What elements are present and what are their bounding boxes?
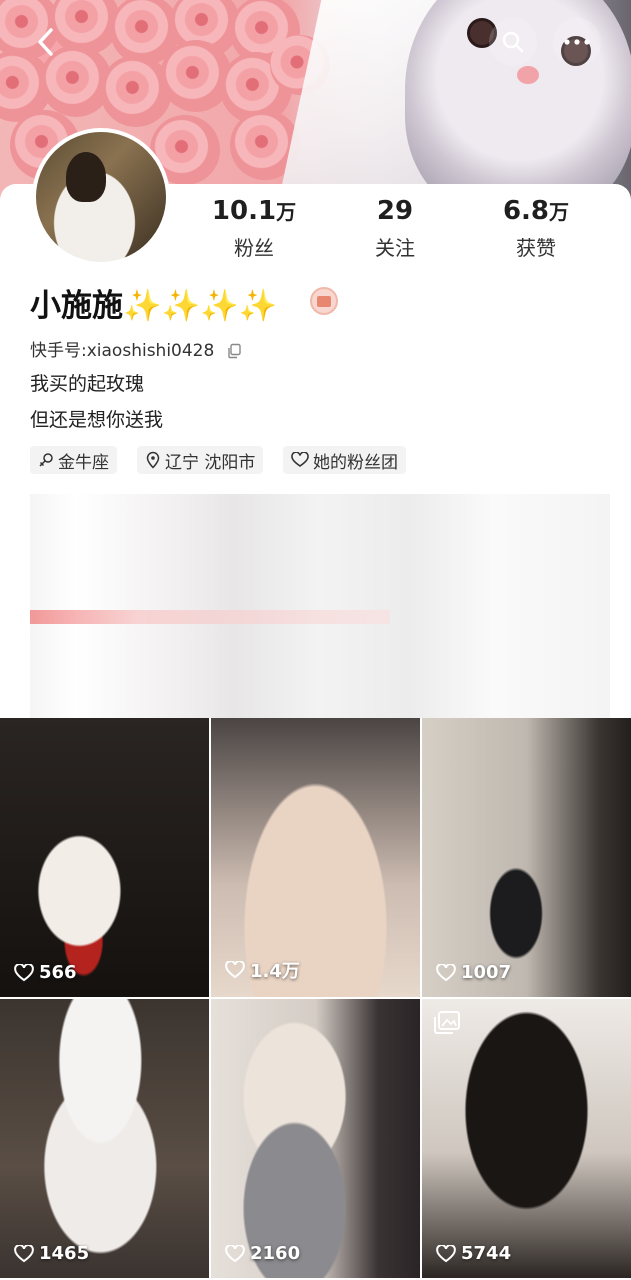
stat-label: 粉丝 [234,236,274,260]
stat-label: 关注 [375,236,415,260]
like-count: 566 [14,962,77,983]
post-thumbnail[interactable]: 2160 [211,999,420,1278]
stat-unit: 万 [549,200,570,224]
post-thumbnail[interactable]: 1.4万 [211,718,420,997]
blurred-content [30,494,610,718]
like-count: 1007 [436,962,511,983]
stat-value: 6.8 [502,196,550,226]
heart-outline-icon [225,961,245,979]
like-count-value: 1.4万 [250,961,300,982]
tag-label: 她的粉丝团 [313,452,398,473]
kuaishou-id: xiaoshishi0428 [86,341,215,361]
like-count-value: 5744 [461,1243,512,1264]
more-dots-icon [564,39,590,45]
kuaishou-id-label: 快手号: [30,341,87,361]
post-thumbnail[interactable]: 566 [0,718,209,997]
stat-value: 10.1 [211,196,277,226]
like-count-value: 1465 [39,1243,90,1264]
tag-label: 金牛座 [58,452,109,473]
album-icon [434,1011,460,1034]
post-thumbnail[interactable]: 1007 [422,718,631,997]
search-icon [502,31,524,53]
post-thumbnail[interactable]: 1465 [0,999,209,1278]
tag-fan-club[interactable]: 她的粉丝团 [283,446,406,474]
location-pin-icon [146,451,160,469]
like-count-value: 566 [39,962,77,983]
profile-name: 小施施✨✨✨✨ [30,288,278,324]
back-button[interactable] [22,18,70,66]
post-thumbnail[interactable]: 5744 [422,999,631,1278]
like-count: 5744 [436,1243,511,1264]
like-count: 1.4万 [225,957,300,983]
tag-zodiac[interactable]: 金牛座 [30,446,117,474]
chevron-left-icon [38,28,53,56]
heart-outline-icon [14,1244,34,1262]
more-button[interactable] [553,18,601,66]
like-count-value: 2160 [250,1243,301,1264]
stat-likes[interactable]: 6.8万 获赞 [476,196,596,261]
avatar[interactable] [32,128,170,266]
heart-outline-icon [291,452,309,467]
kuaishou-id-row: 快手号:xiaoshishi0428 [30,336,242,361]
tag-label: 辽宁 沈阳市 [165,452,256,473]
stat-fans[interactable]: 10.1万 粉丝 [194,196,314,261]
female-symbol-icon [39,453,53,467]
search-button[interactable] [489,18,537,66]
heart-outline-icon [14,963,34,981]
stat-unit: 万 [276,200,297,224]
blurred-content [30,610,390,624]
heart-outline-icon [436,963,456,981]
like-count: 2160 [225,1243,300,1264]
level-badge[interactable] [310,287,338,315]
stat-label: 获赞 [516,236,556,260]
post-grid: 566 1.4万 1007 1465 2160 5744 [0,718,631,1280]
bio-line: 但还是想你送我 [30,409,164,431]
stat-value: 29 [376,196,414,226]
stat-following[interactable]: 29 关注 [335,196,455,261]
bio-line: 我买的起玫瑰 [30,373,145,395]
like-count: 1465 [14,1243,89,1264]
heart-outline-icon [436,1244,456,1262]
copy-icon[interactable] [226,343,242,359]
heart-outline-icon [225,1244,245,1262]
tag-location[interactable]: 辽宁 沈阳市 [137,446,264,474]
like-count-value: 1007 [461,962,512,983]
